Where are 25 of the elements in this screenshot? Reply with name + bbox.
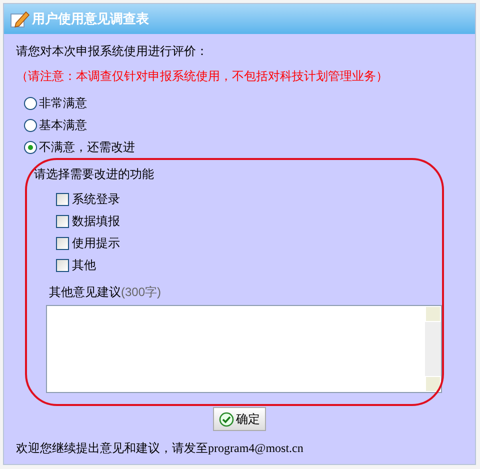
footer-text: 欢迎您继续提出意见和建议，请发至program4@most.cn: [16, 440, 304, 457]
features-prompt: 请选择需要改进的功能: [33, 166, 155, 183]
window-title: 用户使用意见调查表: [32, 10, 149, 28]
radio-button[interactable]: [24, 118, 37, 132]
intro-text: 请您对本次申报系统使用进行评价：: [16, 43, 209, 60]
radio-label: 非常满意: [39, 95, 87, 112]
checkbox[interactable]: [56, 192, 69, 206]
checkbox[interactable]: [56, 214, 69, 228]
checkbox[interactable]: [56, 236, 69, 250]
comments-field[interactable]: [46, 305, 442, 393]
checkbox-label: 系统登录: [72, 191, 120, 208]
radio-label: 基本满意: [39, 117, 87, 134]
comments-label: 其他意见建议(300字): [49, 284, 162, 301]
checkbox-label: 其他: [72, 257, 96, 274]
checkbox[interactable]: [56, 258, 69, 272]
pencil-icon: [10, 10, 30, 28]
checkbox-label: 使用提示: [72, 235, 120, 252]
notice-text: （请注意：本调查仅针对申报系统使用，不包括对科技计划管理业务）: [16, 68, 389, 85]
checkbox-label: 数据填报: [72, 213, 120, 230]
check-icon: [219, 412, 234, 426]
scrollbar[interactable]: [425, 306, 441, 392]
confirm-button[interactable]: 确定: [213, 407, 266, 431]
radio-button[interactable]: [24, 140, 37, 154]
radio-button[interactable]: [24, 96, 37, 110]
radio-label: 不满意，还需改进: [39, 139, 135, 156]
